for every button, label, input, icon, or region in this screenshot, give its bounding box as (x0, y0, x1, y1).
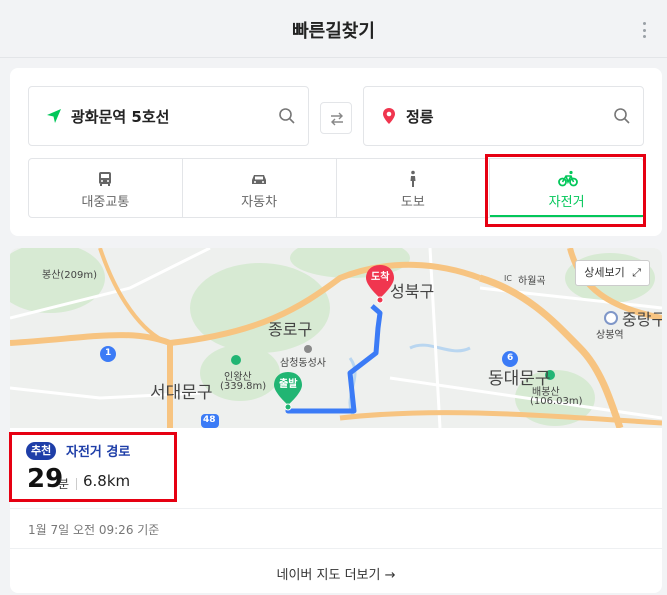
more-menu-icon[interactable] (643, 22, 647, 38)
tab-walk[interactable]: 도보 (337, 159, 491, 217)
map-label-bongsan: 봉산(209m) (42, 270, 98, 281)
map-label-hawolgok: 하월곡 (518, 276, 546, 287)
bicycle-icon (557, 170, 578, 187)
route-time-unit: 분 (58, 477, 70, 491)
bus-icon (99, 172, 112, 186)
search-icon[interactable] (278, 107, 296, 125)
map-label-ic: IC (504, 274, 512, 283)
map-label-samcheong: 삼청동성사 (280, 358, 326, 369)
more-on-naver-map-button[interactable]: 네이버 지도 더보기 → (10, 548, 662, 593)
route-title: 자전거 경로 (66, 445, 131, 460)
transport-mode-tabs: 대중교통 자동차 도보 자전거 (28, 158, 644, 218)
map-label-sangbong: 상봉역 (596, 330, 624, 341)
page-title: 빠른길찾기 (292, 21, 375, 42)
time-basis-text: 1월 7일 오전 09:26 기준 (28, 523, 160, 537)
map-label-inwangsan-height: (339.8m) (220, 381, 267, 392)
route-map[interactable]: 봉산(209m) 종로구 성북구 삼청동성사 인왕산 (339.8m) 서대문구… (10, 248, 662, 428)
route-summary[interactable]: 추천 자전거 경로 29 분 6.8km (10, 428, 662, 508)
map-label-seongbuk: 성북구 (390, 282, 435, 301)
route-separator (76, 478, 77, 490)
destination-field[interactable]: 정릉 (363, 86, 644, 146)
origin-field[interactable]: 광화문역 5호선 (28, 86, 309, 146)
tab-label: 자동차 (241, 195, 278, 210)
location-pin-icon (383, 108, 395, 124)
tab-public-transit[interactable]: 대중교통 (29, 159, 183, 217)
location-arrow-icon (47, 109, 61, 123)
swap-icon (331, 112, 343, 126)
map-detail-button[interactable]: 상세보기 ⤢ (575, 260, 650, 286)
time-basis: 1월 7일 오전 09:26 기준 (10, 508, 662, 548)
route-result-card: 봉산(209m) 종로구 성북구 삼청동성사 인왕산 (339.8m) 서대문구… (10, 248, 662, 593)
header: 빠른길찾기 (0, 0, 667, 58)
tab-label: 자전거 (548, 195, 585, 210)
map-label-jongno: 종로구 (268, 320, 313, 339)
start-marker-label: 출발 (279, 379, 298, 390)
map-detail-label: 상세보기 (584, 266, 625, 279)
tab-car[interactable]: 자동차 (183, 159, 337, 217)
map-label-seodaemun: 서대문구 (150, 383, 213, 403)
expand-icon: ⤢ (632, 266, 641, 279)
tab-label: 도보 (400, 195, 425, 210)
origin-text: 광화문역 5호선 (71, 108, 170, 126)
map-label-jungnang: 중랑구 (622, 310, 662, 329)
end-marker-label: 도착 (371, 272, 390, 283)
more-on-naver-map-label: 네이버 지도 더보기 → (276, 568, 396, 583)
tab-label: 대중교통 (81, 195, 130, 210)
map-road-number-6: 6 (507, 353, 514, 363)
car-icon (252, 175, 267, 184)
map-road-number-48: 48 (203, 415, 216, 425)
search-card: 광화문역 5호선 정릉 대중교통 자동차 도보 자전거 (10, 68, 662, 236)
tab-bicycle[interactable]: 자전거 (490, 159, 643, 217)
map-label-baebongsan-height: (106.03m) (530, 396, 583, 407)
route-distance: 6.8km (83, 472, 131, 490)
search-icon[interactable] (613, 107, 631, 125)
destination-text: 정릉 (406, 108, 434, 126)
swap-button[interactable] (320, 102, 352, 134)
recommended-badge: 추천 (26, 442, 57, 460)
walk-icon (410, 170, 416, 187)
map-road-number-1: 1 (105, 348, 112, 358)
